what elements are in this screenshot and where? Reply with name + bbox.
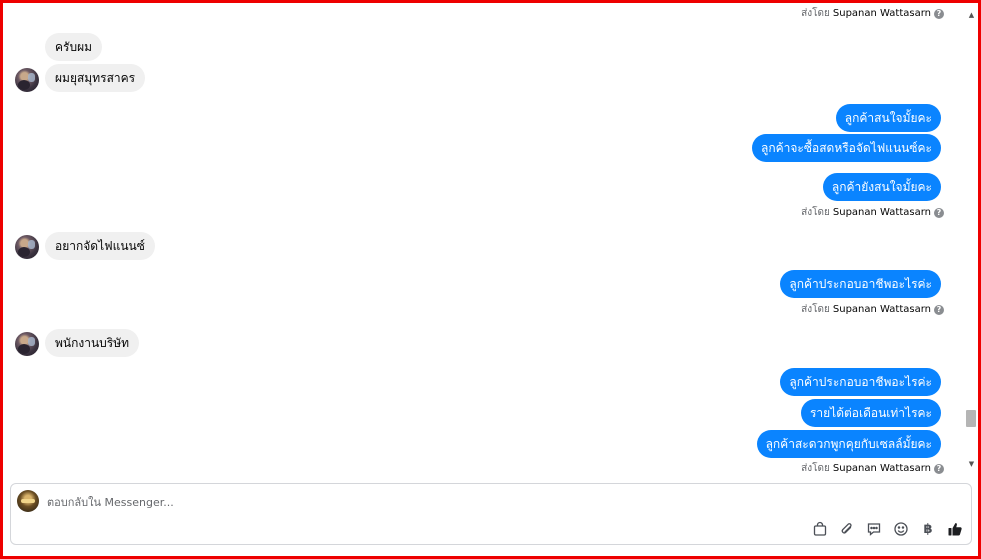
reply-input[interactable] (47, 494, 647, 510)
contact-avatar[interactable] (15, 235, 39, 259)
incoming-message[interactable]: อยากจัดไฟแนนซ์ (45, 232, 155, 260)
sent-by-name[interactable]: Supanan Wattasarn (833, 303, 931, 317)
sent-by-label: ส่งโดย Supanan Wattasarn ? (801, 303, 944, 317)
sent-by-label: ส่งโดย Supanan Wattasarn ? (801, 462, 944, 475)
sent-by-name[interactable]: Supanan Wattasarn (833, 206, 931, 220)
outgoing-message[interactable]: ลูกค้าจะซื้อสดหรือจัดไฟแนนซ์คะ (751, 134, 941, 162)
sent-by-prefix: ส่งโดย (801, 463, 830, 474)
shopping-bag-icon[interactable] (812, 521, 828, 537)
incoming-message[interactable]: ผมยุสมุทรสาคร (45, 64, 146, 92)
thumbs-up-icon[interactable] (947, 521, 963, 537)
sent-by-name[interactable]: Supanan Wattasarn (833, 462, 931, 475)
incoming-message[interactable]: ครับผม (45, 33, 103, 61)
sent-by-label: ส่งโดย Supanan Wattasarn ? (801, 7, 944, 21)
sent-by-prefix: ส่งโดย (801, 304, 830, 315)
message-thread[interactable]: ส่งโดย Supanan Wattasarn ? ครับผม ผมยุสม… (3, 3, 964, 475)
sent-by-prefix: ส่งโดย (801, 8, 830, 19)
help-icon[interactable]: ? (934, 208, 944, 218)
emoji-icon[interactable] (893, 521, 909, 537)
outgoing-message[interactable]: ลูกค้าประกอบอาชีพอะไรค่ะ (780, 270, 941, 298)
help-icon[interactable]: ? (934, 305, 944, 315)
saved-reply-icon[interactable] (866, 521, 882, 537)
outgoing-message[interactable]: ลูกค้าสะดวกพูกคุยกับเซลล์มั้ยคะ (756, 430, 941, 458)
outgoing-message[interactable]: รายได้ต่อเดือนเท่าไรคะ (800, 399, 941, 427)
scroll-down-arrow-icon[interactable]: ▼ (966, 460, 977, 469)
help-icon[interactable]: ? (934, 464, 944, 474)
incoming-message[interactable]: พนักงานบริษัท (45, 329, 140, 357)
contact-avatar[interactable] (15, 68, 39, 92)
composer-toolbar: ฿ (812, 520, 963, 538)
page-avatar (17, 490, 39, 512)
reply-composer: ฿ (10, 483, 972, 545)
outgoing-message[interactable]: ลูกค้าสนใจมั้ยคะ (835, 104, 941, 132)
outgoing-message[interactable]: ลูกค้าประกอบอาชีพอะไรค่ะ (780, 368, 941, 396)
contact-avatar[interactable] (15, 332, 39, 356)
scroll-up-arrow-icon[interactable]: ▲ (966, 11, 977, 20)
outgoing-message[interactable]: ลูกค้ายังสนใจมั้ยคะ (822, 173, 941, 201)
sent-by-name[interactable]: Supanan Wattasarn (833, 7, 931, 21)
sent-by-prefix: ส่งโดย (801, 207, 830, 218)
scrollbar-thumb[interactable] (966, 410, 976, 427)
baht-icon[interactable]: ฿ (920, 521, 936, 537)
sent-by-label: ส่งโดย Supanan Wattasarn ? (801, 206, 944, 220)
attachment-icon[interactable] (839, 521, 855, 537)
help-icon[interactable]: ? (934, 9, 944, 19)
